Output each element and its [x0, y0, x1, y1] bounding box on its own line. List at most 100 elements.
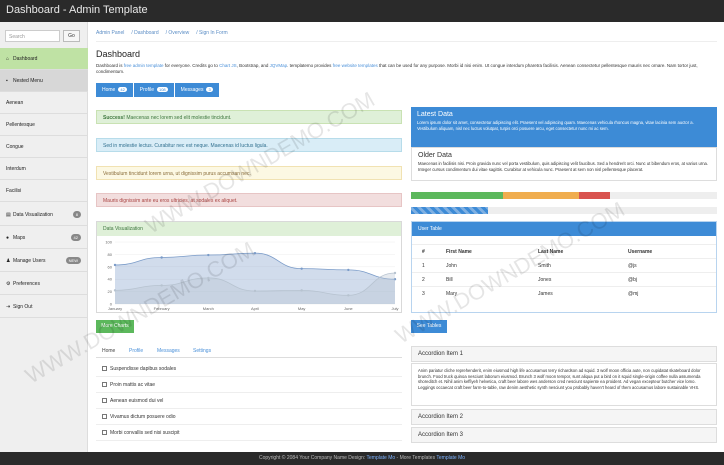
sidebar-item-preferences[interactable]: ⚙ Preferences: [0, 273, 88, 295]
checkbox-label: Morbi convallis sed nisi suscipit: [110, 430, 180, 436]
desc-link[interactable]: JQVMap: [270, 63, 288, 68]
y-tick-label: 40: [108, 277, 113, 282]
more-charts-button[interactable]: More Charts: [96, 320, 134, 333]
desc-link[interactable]: free admin template: [124, 63, 164, 68]
alert-info: Sed in molestie lectus. Curabitur nec es…: [96, 138, 402, 152]
data-point: [160, 256, 163, 259]
accordion-item-2[interactable]: Accordion Item 2: [411, 409, 717, 425]
x-tick-label: June: [344, 306, 353, 311]
alert-strong: Success!: [103, 115, 125, 121]
x-tick-label: May: [298, 306, 306, 311]
x-tick-label: February: [154, 306, 170, 311]
data-point: [347, 268, 350, 272]
sidebar-item-aenean[interactable]: Aenean: [0, 92, 88, 114]
new-badge: NEW: [65, 257, 81, 264]
sidebar-item-pellentesque[interactable]: Pellentesque: [0, 114, 88, 136]
sidebar-item-manage-users[interactable]: ♟ Manage Users NEW: [0, 250, 88, 272]
checkbox-item[interactable]: Proin mattis ac vitae: [96, 377, 402, 393]
data-point: [253, 251, 257, 255]
tab-profile[interactable]: Profile: [129, 348, 143, 354]
pill-label: Messages: [180, 87, 204, 93]
pill-home[interactable]: Home 42: [96, 83, 133, 97]
chart-panel-title: Data Visualization: [97, 222, 401, 236]
table-row: 1 John Smith @js: [412, 258, 716, 272]
x-tick-label: March: [203, 306, 214, 311]
pill-messages[interactable]: Messages 3: [174, 83, 219, 97]
table-cell: Jones: [538, 277, 552, 283]
desc-text: . templatemo provides: [287, 63, 333, 68]
desc-link[interactable]: free website templates: [333, 63, 378, 68]
table-header-row: # First Name Last Name Username: [412, 244, 716, 258]
sidebar-item-congue[interactable]: Congue: [0, 136, 88, 158]
chart-icon: ▤: [6, 212, 11, 218]
accordion-body: Anim pariatur cliche reprehenderit, enim…: [411, 363, 717, 406]
breadcrumb: Admin Panel / Dashboard / Overview / Sign I…: [96, 30, 717, 42]
checkbox-item[interactable]: Vivamus dictum posuere odio: [96, 409, 402, 425]
checkbox-item[interactable]: Suspendisse dapibus sodales: [96, 361, 402, 377]
table-cell: @js: [628, 263, 637, 269]
tab-settings[interactable]: Settings: [193, 348, 211, 354]
pill-label: Profile: [139, 87, 154, 93]
sidebar-item-facilisi[interactable]: Facilisi: [0, 180, 88, 202]
table-header: #: [422, 249, 425, 255]
y-tick-label: 100: [105, 240, 112, 245]
sidebar-item-label: Data Visualization: [13, 212, 53, 218]
data-point: [253, 289, 257, 293]
top-bar: Dashboard - Admin Template: [0, 0, 724, 22]
checkbox[interactable]: [102, 382, 107, 388]
breadcrumb-item[interactable]: Sign In Form: [199, 30, 228, 36]
users-icon: ♟: [6, 258, 11, 264]
checkbox[interactable]: [102, 366, 107, 372]
checkbox-item[interactable]: Morbi convallis sed nisi suscipit: [96, 425, 402, 441]
checkbox[interactable]: [102, 430, 107, 436]
older-data-text: Maecenas in facilisis nisi. Proin gravid…: [418, 161, 709, 172]
table-cell: @bj: [628, 277, 637, 283]
pill-count: 42: [118, 87, 127, 92]
older-data-panel: Older Data Maecenas in facilisis nisi. P…: [411, 147, 717, 181]
breadcrumb-item[interactable]: Overview: [168, 30, 189, 36]
footer-link[interactable]: Template Mo: [436, 455, 465, 461]
accordion-item-1[interactable]: Accordion Item 1: [411, 346, 717, 362]
progress-segment-striped: [411, 207, 488, 214]
gear-icon: ⚙: [6, 281, 11, 287]
pill-label: Home: [102, 87, 116, 93]
tab-home[interactable]: Home: [102, 348, 115, 354]
sidebar-item-nested-menu[interactable]: ▪ Nested Menu: [0, 70, 88, 92]
breadcrumb-item[interactable]: Admin Panel: [96, 30, 124, 36]
sidebar-item-label: Pellentesque: [6, 122, 35, 128]
data-point: [300, 289, 303, 292]
y-tick-label: 60: [108, 264, 113, 269]
sidebar-item-dashboard[interactable]: ⌂ Dashboard: [0, 48, 88, 70]
sidebar-item-data-visualization[interactable]: ▤ Data Visualization 8: [0, 204, 88, 226]
desc-text: Dashboard is: [96, 63, 124, 68]
page-title: Dashboard: [96, 49, 141, 59]
progress-segment-danger: [579, 192, 610, 199]
sidebar-item-interdum[interactable]: Interdum: [0, 158, 88, 180]
table-cell: @mj: [628, 291, 639, 297]
table-cell: Smith: [538, 263, 551, 269]
alert-danger: Mauris dignissim ante eu eros ultricies,…: [96, 193, 402, 207]
table-header: First Name: [446, 249, 472, 255]
user-table-panel: User Table # First Name Last Name Userna…: [411, 221, 717, 313]
progress-segment-warning: [502, 192, 580, 199]
accordion-item-3[interactable]: Accordion Item 3: [411, 427, 717, 443]
striped-progress-bar: [411, 207, 717, 214]
pill-profile[interactable]: Profile 108: [133, 83, 174, 97]
sidebar-item-label: Maps: [13, 235, 26, 241]
desc-link[interactable]: Chart JS: [219, 63, 237, 68]
table-header: Last Name: [538, 249, 564, 255]
checkbox[interactable]: [102, 398, 107, 404]
search-go-button[interactable]: Go: [63, 30, 80, 42]
checkbox-item[interactable]: Aenean euismod dui vel: [96, 393, 402, 409]
tab-messages[interactable]: Messages: [157, 348, 180, 354]
checkbox[interactable]: [102, 414, 107, 420]
sidebar-item-label: Facilisi: [6, 188, 22, 194]
see-tables-button[interactable]: See Tables: [411, 320, 447, 333]
breadcrumb-item[interactable]: Dashboard: [134, 30, 158, 36]
footer-link[interactable]: Template Mo: [367, 455, 396, 461]
search-input[interactable]: Search: [5, 30, 60, 42]
sidebar-item-maps[interactable]: ● Maps 42: [0, 227, 88, 249]
footer: Copyright © 2084 Your Company Name Desig…: [0, 452, 724, 465]
sidebar-item-sign-out[interactable]: ⇥ Sign Out: [0, 296, 88, 318]
stacked-progress-bar: [411, 192, 717, 199]
